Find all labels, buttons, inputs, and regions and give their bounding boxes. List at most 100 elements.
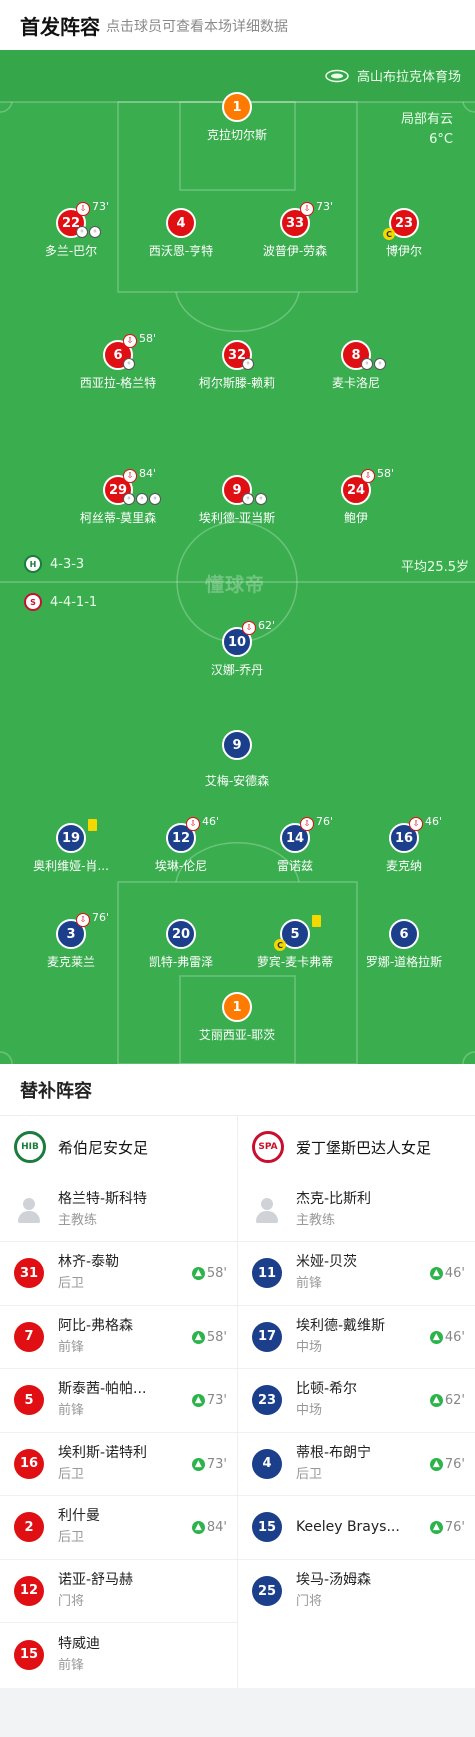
player-name: 艾梅-安德森 [204, 774, 270, 788]
player-name: 多兰-巴尔 [44, 244, 98, 258]
sub-in-time: ▲ 58' [191, 1266, 227, 1281]
sub-in-arrow-icon: ▲ [429, 1267, 443, 1280]
away-player[interactable]: 5 C 萝宾-麦卡弗蒂 [235, 915, 355, 970]
sub-name: 诺亚-舒马赫 [58, 1571, 134, 1588]
sub-minute: 73' [316, 200, 334, 213]
away-player[interactable]: 14 ⇩ 76' 雷诺兹 [235, 815, 355, 874]
home-player[interactable]: 1 克拉切尔斯 [177, 92, 297, 143]
sub-minute: 62' [258, 619, 276, 632]
home-coach[interactable]: 格兰特-斯科特 主教练 [0, 1178, 237, 1242]
sub-position: 前锋 [58, 1403, 85, 1419]
sub-name: 埃马-汤姆森 [296, 1572, 372, 1589]
lineup-hint: 点击球员可查看本场详细数据 [106, 19, 288, 35]
sub-in-arrow-icon: ▲ [429, 1521, 443, 1534]
sub-position: 后卫 [58, 1530, 85, 1546]
sub-out-icon: ⇩ [242, 621, 256, 635]
home-player[interactable]: 23 C 博伊尔 [344, 208, 464, 259]
home-player[interactable]: 9 ◦ ◦ 埃利德-亚当斯 [177, 475, 297, 526]
goal-icons: ◦ [123, 358, 135, 370]
home-team-row[interactable]: HIB 希伯尼安女足 [0, 1116, 237, 1178]
ball-icon: ◦ [374, 358, 386, 370]
sub-player-row[interactable]: 17 埃利德-戴维斯 中场 ▲ 46' [238, 1306, 475, 1369]
sub-player-row[interactable]: 15 Keeley Brays... ▲ 76' [238, 1496, 475, 1560]
sub-in-time: ▲ 62' [429, 1393, 465, 1408]
sub-player-row[interactable]: 4 蒂根-布朗宁 后卫 ▲ 76' [238, 1433, 475, 1496]
ball-icon: ◦ [255, 493, 267, 505]
player-number: 19 [56, 823, 86, 853]
ball-icon: ◦ [89, 226, 101, 238]
goal-icons: ◦ ◦ [242, 493, 267, 505]
sub-minute: 84' [139, 467, 157, 480]
away-coach[interactable]: 杰克-比斯利 主教练 [238, 1178, 475, 1242]
sub-player-row[interactable]: 15 特威迪 前锋 [0, 1623, 237, 1687]
player-name: 克拉切尔斯 [206, 128, 267, 142]
home-player[interactable]: 29 ⇩ 84' ◦ ◦ ◦ 柯丝蒂-莫里森 [58, 467, 178, 526]
home-player[interactable]: 8 ◦ ◦ 麦卡洛尼 [296, 340, 416, 391]
home-player[interactable]: 33 ⇩ 73' 波普伊-劳森 [235, 200, 355, 259]
away-player[interactable]: 20 凯特-弗雷泽 [121, 919, 241, 970]
sub-in-arrow-icon: ▲ [429, 1457, 443, 1471]
away-team-row[interactable]: SPA 爱丁堡斯巴达人女足 [238, 1116, 475, 1178]
sub-position: 后卫 [58, 1276, 85, 1292]
away-player[interactable]: 1 艾丽西亚-耶茨 [177, 992, 297, 1043]
away-crest-icon: S [24, 593, 42, 611]
goal-icons: ◦ [242, 358, 254, 370]
average-age: 平均25.5岁 [401, 560, 469, 575]
sub-number: 12 [14, 1575, 44, 1606]
sub-name: 林齐-泰勒 [58, 1254, 120, 1271]
subs-header: 替补阵容 [0, 1064, 475, 1116]
sub-name: 米娅-贝茨 [296, 1254, 358, 1271]
stadium-name: 高山布拉克体育场 [356, 70, 461, 85]
away-player[interactable]: 19 奥利维娅-肖... [11, 819, 131, 874]
sub-player-row[interactable]: 31 林齐-泰勒后卫 ▲ 58' [0, 1242, 237, 1306]
sub-name: 比顿-希尔 [296, 1381, 358, 1398]
away-player[interactable]: 6 罗娜-道格拉斯 [344, 919, 464, 970]
home-team-crest-icon: HIB [14, 1131, 46, 1163]
sub-position: 中场 [296, 1403, 323, 1419]
home-player[interactable]: 4 西沃恩-亨特 [121, 208, 241, 259]
sub-name: 斯泰茜-帕帕... [58, 1381, 147, 1398]
coach-role: 主教练 [296, 1212, 336, 1228]
away-subs-column: SPA 爱丁堡斯巴达人女足 杰克-比斯利 主教练 11 米娅-贝茨 前锋 ▲ 46'… [238, 1116, 475, 1623]
sub-position: 后卫 [296, 1466, 323, 1482]
sub-in-time: ▲ 76' [429, 1520, 465, 1535]
away-player[interactable]: 10 ⇩ 62' 汉娜-乔丹 [177, 619, 297, 678]
sub-player-row[interactable]: 23 比顿-希尔 中场 ▲ 62' [238, 1369, 475, 1433]
sub-name: Keeley Brays... [296, 1518, 400, 1535]
sub-player-row[interactable]: 16 埃利斯-诺特利 后卫 ▲ 73' [0, 1433, 237, 1496]
away-player[interactable]: 12 ⇩ 46' 埃琳-伦尼 [121, 815, 241, 874]
sub-out-icon: ⇩ [123, 469, 137, 483]
player-number: 1 [222, 92, 252, 122]
sub-position: 门将 [296, 1594, 323, 1610]
sub-player-row[interactable]: 12 诺亚-舒马赫 门将 [0, 1560, 237, 1623]
away-team-name: 爱丁堡斯巴达人女足 [296, 1138, 432, 1157]
temperature: 6°C [429, 132, 453, 147]
home-player[interactable]: 22 ⇩ 73' ◦ ◦ 多兰-巴尔 [11, 200, 131, 259]
away-player[interactable]: 9 艾梅-安德森 [177, 730, 297, 789]
player-name: 凯特-弗雷泽 [148, 955, 214, 969]
away-team-crest-icon: SPA [252, 1131, 284, 1163]
sub-player-row[interactable]: 11 米娅-贝茨 前锋 ▲ 46' [238, 1242, 475, 1306]
sub-player-row[interactable]: 5 斯泰茜-帕帕... 前锋 ▲ 73' [0, 1369, 237, 1433]
sub-player-row[interactable]: 25 埃马-汤姆森 门将 [238, 1560, 475, 1624]
yellow-card-icon [312, 915, 321, 927]
coach-role: 主教练 [58, 1212, 98, 1228]
sub-minute: 73' [92, 200, 110, 213]
sub-player-row[interactable]: 2 利什曼 后卫 ▲ 84' [0, 1496, 237, 1560]
home-crest-icon: H [24, 555, 42, 573]
player-name: 奥利维娅-肖... [33, 859, 109, 873]
away-player[interactable]: 3 ⇩ 76' 麦克莱兰 [11, 911, 131, 970]
sub-number: 31 [14, 1258, 44, 1289]
home-player[interactable]: 24 ⇩ 58' 鲍伊 [296, 467, 416, 526]
away-player[interactable]: 16 ⇩ 46' 麦克纳 [344, 815, 464, 874]
home-player[interactable]: 32 ◦ 柯尔斯滕-赖莉 [177, 340, 297, 391]
sub-minute: 58' [377, 467, 395, 480]
home-player[interactable]: 6 ⇩ 58' ◦ 西亚拉-格兰特 [58, 332, 178, 391]
sub-out-icon: ⇩ [361, 469, 375, 483]
player-name: 麦克纳 [385, 859, 422, 873]
sub-number: 17 [252, 1321, 282, 1352]
sub-in-time: ▲ 76' [429, 1457, 465, 1472]
sub-number: 11 [252, 1258, 282, 1289]
sub-player-row[interactable]: 7 阿比-弗格森 前锋 ▲ 58' [0, 1306, 237, 1369]
coach-avatar-icon [252, 1195, 282, 1225]
